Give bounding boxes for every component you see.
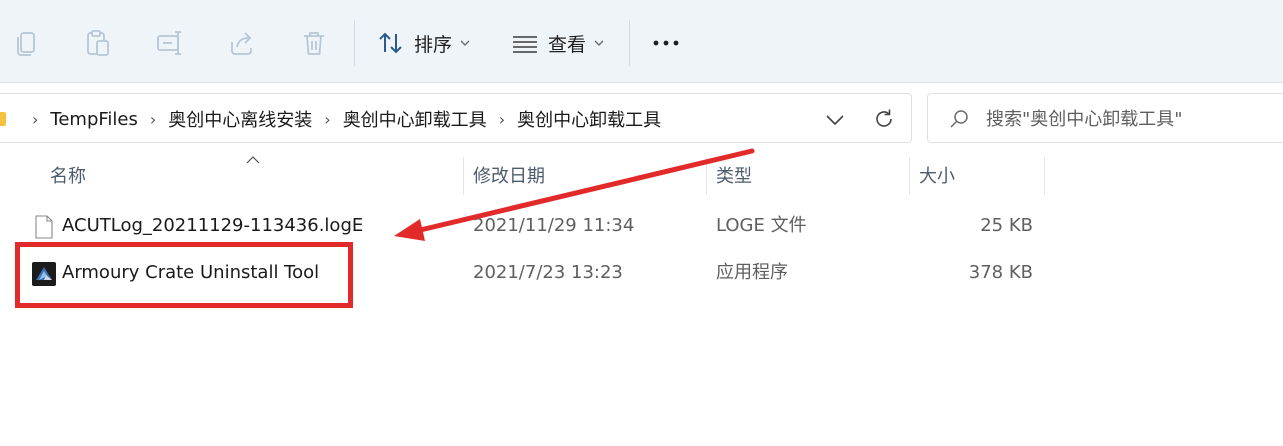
column-divider[interactable]	[463, 157, 464, 195]
address-history-chevron-icon[interactable]	[824, 109, 846, 131]
column-header-size[interactable]: 大小	[919, 163, 955, 193]
breadcrumb-item[interactable]: 奥创中心卸载工具	[343, 106, 487, 132]
share-icon[interactable]	[227, 28, 257, 58]
paste-icon[interactable]	[83, 28, 113, 58]
chevron-down-icon	[594, 40, 604, 46]
highlight-box	[15, 242, 353, 308]
column-header-type[interactable]: 类型	[716, 163, 752, 193]
search-input[interactable]	[986, 105, 1276, 133]
more-options-icon[interactable]	[652, 36, 682, 50]
sort-ascending-icon	[246, 156, 260, 164]
refresh-icon[interactable]	[872, 107, 896, 131]
chevron-right-icon[interactable]: ›	[324, 110, 330, 129]
column-divider[interactable]	[909, 157, 910, 195]
view-button[interactable]: 查看	[512, 26, 604, 60]
breadcrumb: › TempFiles › 奥创中心离线安装 › 奥创中心卸载工具 › 奥创中心…	[0, 94, 661, 144]
folder-icon	[0, 112, 6, 126]
chevron-right-icon[interactable]: ›	[150, 110, 156, 129]
file-modified: 2021/7/23 13:23	[473, 262, 623, 283]
search-box[interactable]	[927, 93, 1283, 143]
command-bar: 排序 查看	[0, 0, 1283, 83]
column-header-name[interactable]: 名称	[50, 163, 86, 193]
view-list-icon	[513, 36, 537, 53]
file-modified: 2021/11/29 11:34	[473, 215, 635, 236]
column-divider[interactable]	[706, 157, 707, 195]
file-type: 应用程序	[716, 262, 788, 283]
copy-icon[interactable]	[12, 28, 42, 58]
sort-label: 排序	[414, 33, 453, 56]
column-header-modified[interactable]: 修改日期	[473, 163, 545, 193]
column-divider[interactable]	[1044, 157, 1045, 195]
sort-icon	[379, 32, 402, 54]
rename-icon[interactable]	[155, 28, 185, 58]
breadcrumb-item[interactable]: 奥创中心卸载工具	[517, 106, 661, 132]
toolbar-divider	[354, 20, 355, 66]
breadcrumb-item[interactable]: TempFiles	[50, 109, 137, 130]
text-file-icon	[35, 215, 53, 239]
chevron-down-icon	[460, 40, 470, 46]
file-size: 25 KB	[980, 215, 1033, 236]
file-type: LOGE 文件	[716, 215, 807, 236]
address-bar[interactable]: › TempFiles › 奥创中心离线安装 › 奥创中心卸载工具 › 奥创中心…	[0, 93, 912, 143]
toolbar-divider	[629, 20, 630, 66]
file-size: 378 KB	[968, 262, 1033, 283]
view-label: 查看	[548, 33, 587, 56]
delete-icon[interactable]	[299, 28, 329, 58]
breadcrumb-item[interactable]: 奥创中心离线安装	[168, 106, 312, 132]
chevron-right-icon[interactable]: ›	[499, 110, 505, 129]
sort-button[interactable]: 排序	[378, 26, 470, 60]
chevron-right-icon[interactable]: ›	[32, 110, 38, 129]
search-icon	[950, 110, 968, 128]
